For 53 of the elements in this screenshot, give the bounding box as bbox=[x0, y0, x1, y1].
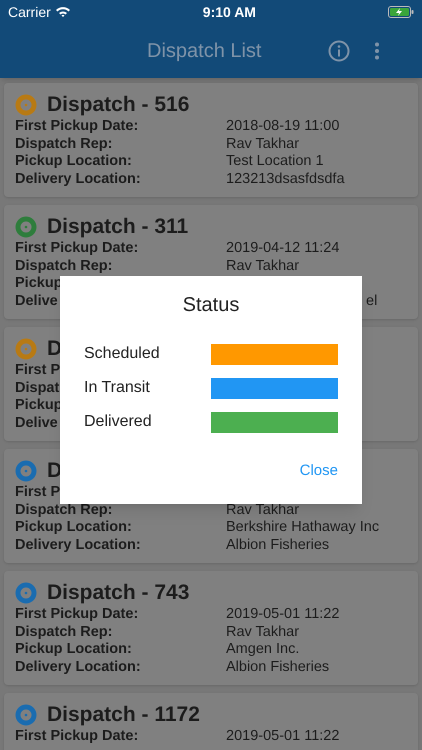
field-label: Dispatch Rep: bbox=[15, 502, 112, 519]
field-value: el bbox=[366, 292, 378, 310]
field-label: Dispat bbox=[15, 380, 60, 397]
field-value: 2019-05-01 11:22 bbox=[226, 606, 340, 624]
field-value: 2018-08-19 11:00 bbox=[226, 118, 340, 136]
dispatch-title: Dispatch - 1172 bbox=[47, 702, 200, 728]
field-label: Pickup Location: bbox=[15, 641, 132, 658]
field-label: First Pickup Date: bbox=[15, 118, 138, 136]
field-value: Berkshire Hathaway Inc bbox=[226, 519, 380, 536]
clock: 9:10 AM bbox=[202, 2, 256, 22]
field-label: First P bbox=[15, 362, 60, 380]
field-label: First P bbox=[15, 484, 60, 502]
field-value: 123213dsasfdsdfa bbox=[226, 170, 345, 188]
field-value: Rav Takhar bbox=[226, 502, 300, 519]
dispatch-title: Dispatch - 311 bbox=[47, 214, 188, 240]
field-value: Amgen Inc. bbox=[226, 641, 300, 658]
dispatch-card[interactable]: Dispatch - 516 First Pickup Date: 2018-08-19 11:00 Dispatch Rep: Rav Takhar Pickup Location: Test Location 1 Delivery Location: 123213dsasfdsdfa bbox=[4, 83, 418, 197]
field-label: Pickup Location: bbox=[15, 519, 132, 536]
field-label: Pickup Location: bbox=[15, 153, 132, 170]
header-title: Dispatch List bbox=[147, 39, 262, 64]
field-label: Delive bbox=[15, 414, 58, 432]
field-value: Test Location 1 bbox=[226, 153, 324, 170]
field-value: Rav Takhar bbox=[226, 258, 300, 275]
field-value: 2019-05-01 11:22 bbox=[226, 728, 340, 746]
field-value: Rav Takhar bbox=[226, 624, 300, 641]
field-label: Delivery Location: bbox=[15, 170, 141, 188]
field-label: Dispatch Rep: bbox=[15, 258, 112, 275]
field-label: First Pickup Date: bbox=[15, 728, 138, 746]
close-button[interactable]: Close bbox=[296, 460, 342, 482]
field-label: Delivery Location: bbox=[15, 536, 141, 554]
field-label: Delivery Location: bbox=[15, 658, 141, 676]
field-label: First Pickup Date: bbox=[15, 606, 138, 624]
field-label: Dispatch Rep: bbox=[15, 624, 112, 641]
legend-label: Delivered bbox=[84, 412, 152, 432]
info-icon[interactable] bbox=[328, 40, 350, 62]
legend-label: In Transit bbox=[84, 378, 150, 398]
dispatch-title: Dispatch - 516 bbox=[47, 92, 190, 118]
field-value: Albion Fisheries bbox=[226, 658, 330, 676]
wifi-icon bbox=[54, 6, 71, 18]
field-label: First Pickup Date: bbox=[15, 240, 138, 258]
dispatch-title: Dispatch - 743 bbox=[47, 580, 190, 606]
field-value: Rav Takhar bbox=[226, 136, 300, 153]
field-value: 2019-04-12 11:24 bbox=[226, 240, 340, 258]
legend-label: Scheduled bbox=[84, 344, 160, 364]
carrier-label: Carrier bbox=[8, 2, 51, 22]
field-value: Albion Fisheries bbox=[226, 536, 330, 554]
battery-icon bbox=[388, 6, 414, 18]
dispatch-card[interactable]: Dispatch - 1172 First Pickup Date: 2019-05-01 11:22 bbox=[4, 693, 418, 750]
dialog-title: Status bbox=[182, 293, 240, 318]
field-label: Delive bbox=[15, 292, 58, 310]
dispatch-card[interactable]: Dispatch - 743 First Pickup Date: 2019-05-01 11:22 Dispatch Rep: Rav Takhar Pickup Location: Amgen Inc. Delivery Location: Albion Fisheries bbox=[4, 571, 418, 685]
more-icon[interactable] bbox=[374, 42, 380, 60]
field-label: Dispatch Rep: bbox=[15, 136, 112, 153]
